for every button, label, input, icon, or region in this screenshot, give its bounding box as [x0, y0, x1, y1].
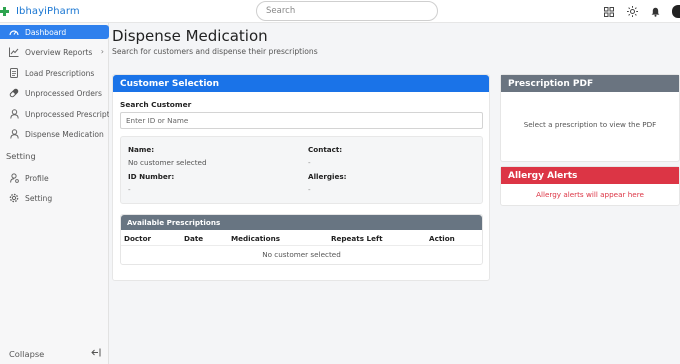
- page-title: Dispense Medication: [112, 27, 268, 45]
- page-subtitle: Search for customers and dispense their …: [112, 47, 318, 56]
- column-header-repeats-left: Repeats Left: [331, 234, 383, 243]
- sidebar-item-dispense-medication[interactable]: Dispense Medication: [0, 127, 109, 141]
- sidebar-item-unprocessed-prescriptions[interactable]: Unprocessed Prescriptions: [0, 107, 109, 121]
- table-header-row: Doctor Date Medications Repeats Left Act…: [121, 230, 482, 246]
- name-value: No customer selected: [128, 158, 207, 167]
- top-actions: [603, 5, 680, 18]
- search-input[interactable]: [256, 1, 438, 21]
- allergy-alerts-message: Allergy alerts will appear here: [536, 190, 644, 199]
- settings-section-label: Setting: [6, 151, 36, 161]
- chart-line-icon: [9, 47, 19, 57]
- available-prescriptions-header: Available Prescriptions: [121, 215, 482, 230]
- prescription-pdf-card: Prescription PDF Select a prescription t…: [500, 74, 680, 162]
- sidebar-item-label: Dispense Medication: [25, 129, 104, 139]
- collapse-arrow-icon: [91, 348, 101, 359]
- collapse-label: Collapse: [9, 348, 45, 359]
- grid-icon[interactable]: [603, 6, 615, 18]
- id-number-label: ID Number:: [128, 172, 175, 181]
- customer-search-input[interactable]: [120, 112, 483, 129]
- name-label: Name:: [128, 145, 155, 154]
- brand-name: IbhayiPharm: [16, 5, 80, 17]
- available-prescriptions-table: Available Prescriptions Doctor Date Medi…: [120, 214, 483, 265]
- sun-icon[interactable]: [626, 6, 638, 18]
- contact-value: -: [308, 158, 311, 167]
- sidebar-item-label: Setting: [25, 193, 53, 203]
- sidebar-item-overview-reports[interactable]: Overview Reports ›: [0, 45, 109, 59]
- column-header-date: Date: [184, 234, 204, 243]
- avatar[interactable]: [672, 5, 680, 18]
- allergies-value: -: [308, 185, 311, 194]
- speedometer-icon: [9, 27, 19, 37]
- prescription-pdf-message: Select a prescription to view the PDF: [523, 120, 657, 129]
- sidebar-item-dashboard[interactable]: Dashboard: [0, 25, 109, 39]
- gear-icon: [9, 193, 19, 203]
- sidebar-item-label: Unprocessed Prescriptions: [25, 109, 109, 119]
- customer-info-box: Name: No customer selected Contact: - ID…: [120, 136, 483, 204]
- sidebar-item-label: Profile: [25, 173, 49, 183]
- sidebar-item-profile[interactable]: Profile: [0, 171, 109, 185]
- sidebar-item-label: Dashboard: [25, 27, 67, 37]
- user-icon: [9, 129, 19, 139]
- empty-table-message: No customer selected: [262, 250, 341, 259]
- sidebar-item-setting[interactable]: Setting: [0, 191, 109, 205]
- id-number-value: -: [128, 185, 131, 194]
- allergy-alerts-card: Allergy Alerts Allergy alerts will appea…: [500, 166, 680, 206]
- sidebar: Dashboard Overview Reports › Load Prescr…: [0, 23, 109, 364]
- customer-selection-card: Customer Selection Search Customer Name:…: [112, 74, 490, 281]
- prescription-pdf-header: Prescription PDF: [501, 75, 679, 92]
- user-icon: [9, 109, 19, 119]
- column-header-action: Action: [429, 234, 455, 243]
- brand[interactable]: IbhayiPharm: [0, 3, 80, 19]
- column-header-medications: Medications: [231, 234, 280, 243]
- pharmacy-cross-icon: [0, 6, 9, 16]
- sidebar-item-label: Load Prescriptions: [25, 68, 95, 78]
- sidebar-item-label: Overview Reports: [25, 47, 93, 57]
- bell-icon[interactable]: [649, 6, 661, 18]
- collapse-button[interactable]: Collapse: [9, 348, 101, 359]
- sidebar-item-unprocessed-orders[interactable]: Unprocessed Orders: [0, 86, 109, 100]
- top-bar: IbhayiPharm: [0, 0, 680, 23]
- contact-label: Contact:: [308, 145, 343, 154]
- column-header-doctor: Doctor: [124, 234, 152, 243]
- sidebar-item-load-prescriptions[interactable]: Load Prescriptions: [0, 66, 109, 80]
- document-icon: [9, 68, 19, 78]
- person-gear-icon: [9, 173, 19, 183]
- capsule-icon: [9, 88, 19, 98]
- sidebar-item-label: Unprocessed Orders: [25, 88, 102, 98]
- allergy-alerts-header: Allergy Alerts: [501, 167, 679, 184]
- chevron-right-icon: ›: [100, 47, 104, 56]
- search-customer-label: Search Customer: [120, 100, 192, 109]
- customer-selection-header: Customer Selection: [113, 75, 489, 92]
- allergies-label: Allergies:: [308, 172, 347, 181]
